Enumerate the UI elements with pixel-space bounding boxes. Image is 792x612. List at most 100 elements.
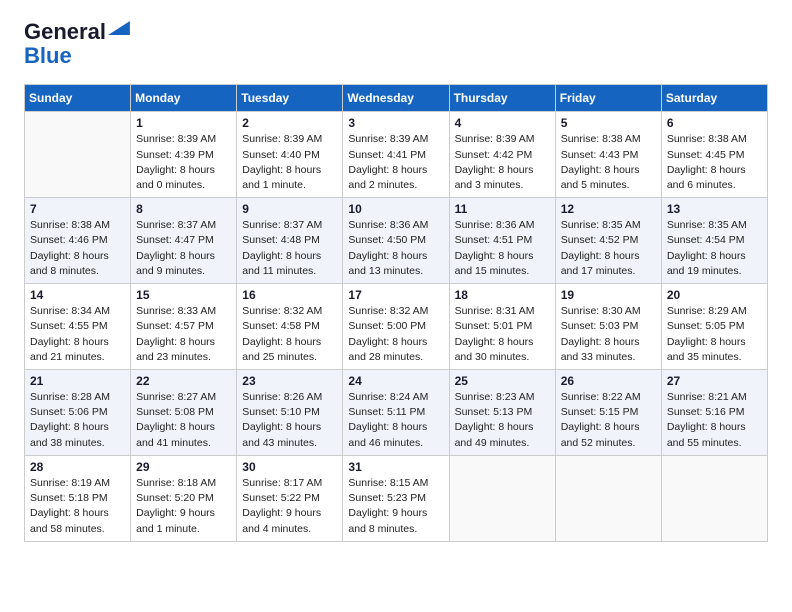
- day-number: 1: [136, 116, 231, 130]
- logo-blue-text: Blue: [24, 44, 72, 68]
- calendar-week-row: 28 Sunrise: 8:19 AMSunset: 5:18 PMDayligh…: [25, 455, 768, 541]
- weekday-header: Monday: [131, 85, 237, 112]
- calendar-cell: 7 Sunrise: 8:38 AMSunset: 4:46 PMDaylight…: [25, 198, 131, 284]
- calendar-week-row: 1 Sunrise: 8:39 AMSunset: 4:39 PMDaylight…: [25, 112, 768, 198]
- day-info: Sunrise: 8:39 AMSunset: 4:40 PMDaylight:…: [242, 132, 337, 193]
- day-info: Sunrise: 8:36 AMSunset: 4:50 PMDaylight:…: [348, 218, 443, 279]
- day-number: 12: [561, 202, 656, 216]
- day-info: Sunrise: 8:24 AMSunset: 5:11 PMDaylight:…: [348, 390, 443, 451]
- day-info: Sunrise: 8:39 AMSunset: 4:41 PMDaylight:…: [348, 132, 443, 193]
- calendar-cell: 1 Sunrise: 8:39 AMSunset: 4:39 PMDaylight…: [131, 112, 237, 198]
- weekday-header: Thursday: [449, 85, 555, 112]
- day-info: Sunrise: 8:28 AMSunset: 5:06 PMDaylight:…: [30, 390, 125, 451]
- calendar-body: 1 Sunrise: 8:39 AMSunset: 4:39 PMDaylight…: [25, 112, 768, 541]
- day-number: 5: [561, 116, 656, 130]
- calendar-cell: 11 Sunrise: 8:36 AMSunset: 4:51 PMDayligh…: [449, 198, 555, 284]
- calendar-cell: 27Sunrise: 8:21 AMSunset: 5:16 PMDayligh…: [661, 370, 767, 456]
- day-number: 18: [455, 288, 550, 302]
- day-info: Sunrise: 8:21 AMSunset: 5:16 PMDaylight:…: [667, 390, 762, 451]
- day-number: 21: [30, 374, 125, 388]
- day-number: 25: [455, 374, 550, 388]
- day-number: 31: [348, 460, 443, 474]
- day-info: Sunrise: 8:27 AMSunset: 5:08 PMDaylight:…: [136, 390, 231, 451]
- day-number: 10: [348, 202, 443, 216]
- calendar-cell: 30Sunrise: 8:17 AMSunset: 5:22 PMDayligh…: [237, 455, 343, 541]
- calendar-cell: 3Sunrise: 8:39 AMSunset: 4:41 PMDaylight…: [343, 112, 449, 198]
- day-number: 23: [242, 374, 337, 388]
- logo: General Blue: [24, 20, 130, 68]
- day-number: 11: [455, 202, 550, 216]
- calendar-cell: 4Sunrise: 8:39 AMSunset: 4:42 PMDaylight…: [449, 112, 555, 198]
- calendar-cell: [449, 455, 555, 541]
- weekday-header: Sunday: [25, 85, 131, 112]
- calendar-cell: [555, 455, 661, 541]
- day-info: Sunrise: 8:37 AMSunset: 4:47 PMDaylight:…: [136, 218, 231, 279]
- calendar-cell: 10 Sunrise: 8:36 AMSunset: 4:50 PMDayligh…: [343, 198, 449, 284]
- day-number: 8: [136, 202, 231, 216]
- calendar-cell: 8 Sunrise: 8:37 AMSunset: 4:47 PMDaylight…: [131, 198, 237, 284]
- calendar-cell: 9 Sunrise: 8:37 AMSunset: 4:48 PMDaylight…: [237, 198, 343, 284]
- day-number: 19: [561, 288, 656, 302]
- day-number: 6: [667, 116, 762, 130]
- day-info: Sunrise: 8:15 AMSunset: 5:23 PMDaylight:…: [348, 476, 443, 537]
- weekday-header: Friday: [555, 85, 661, 112]
- calendar-cell: 21 Sunrise: 8:28 AMSunset: 5:06 PMDayligh…: [25, 370, 131, 456]
- day-number: 20: [667, 288, 762, 302]
- day-number: 22: [136, 374, 231, 388]
- calendar-cell: 28 Sunrise: 8:19 AMSunset: 5:18 PMDayligh…: [25, 455, 131, 541]
- day-number: 7: [30, 202, 125, 216]
- calendar-cell: 29 Sunrise: 8:18 AMSunset: 5:20 PMDayligh…: [131, 455, 237, 541]
- logo-icon: [108, 21, 130, 35]
- day-number: 16: [242, 288, 337, 302]
- calendar-cell: [661, 455, 767, 541]
- day-number: 2: [242, 116, 337, 130]
- calendar-week-row: 14 Sunrise: 8:34 AMSunset: 4:55 PMDayligh…: [25, 284, 768, 370]
- calendar-cell: 31 Sunrise: 8:15 AMSunset: 5:23 PMDayligh…: [343, 455, 449, 541]
- calendar-cell: 24 Sunrise: 8:24 AMSunset: 5:11 PMDayligh…: [343, 370, 449, 456]
- page-header: General Blue: [24, 20, 768, 68]
- day-number: 29: [136, 460, 231, 474]
- day-info: Sunrise: 8:31 AMSunset: 5:01 PMDaylight:…: [455, 304, 550, 365]
- day-number: 14: [30, 288, 125, 302]
- day-number: 30: [242, 460, 337, 474]
- calendar-cell: 20 Sunrise: 8:29 AMSunset: 5:05 PMDayligh…: [661, 284, 767, 370]
- day-info: Sunrise: 8:38 AMSunset: 4:45 PMDaylight:…: [667, 132, 762, 193]
- day-number: 9: [242, 202, 337, 216]
- calendar-cell: 2 Sunrise: 8:39 AMSunset: 4:40 PMDaylight…: [237, 112, 343, 198]
- day-info: Sunrise: 8:26 AMSunset: 5:10 PMDaylight:…: [242, 390, 337, 451]
- day-number: 15: [136, 288, 231, 302]
- calendar-cell: 22 Sunrise: 8:27 AMSunset: 5:08 PMDayligh…: [131, 370, 237, 456]
- day-info: Sunrise: 8:19 AMSunset: 5:18 PMDaylight:…: [30, 476, 125, 537]
- day-info: Sunrise: 8:39 AMSunset: 4:39 PMDaylight:…: [136, 132, 231, 193]
- calendar-week-row: 21 Sunrise: 8:28 AMSunset: 5:06 PMDayligh…: [25, 370, 768, 456]
- calendar-table: SundayMondayTuesdayWednesdayThursdayFrid…: [24, 84, 768, 541]
- day-number: 4: [455, 116, 550, 130]
- calendar-header-row: SundayMondayTuesdayWednesdayThursdayFrid…: [25, 85, 768, 112]
- calendar-cell: 6 Sunrise: 8:38 AMSunset: 4:45 PMDaylight…: [661, 112, 767, 198]
- day-info: Sunrise: 8:29 AMSunset: 5:05 PMDaylight:…: [667, 304, 762, 365]
- calendar-cell: 17Sunrise: 8:32 AMSunset: 5:00 PMDayligh…: [343, 284, 449, 370]
- weekday-header: Saturday: [661, 85, 767, 112]
- calendar-cell: 18 Sunrise: 8:31 AMSunset: 5:01 PMDayligh…: [449, 284, 555, 370]
- calendar-cell: 23 Sunrise: 8:26 AMSunset: 5:10 PMDayligh…: [237, 370, 343, 456]
- day-info: Sunrise: 8:35 AMSunset: 4:54 PMDaylight:…: [667, 218, 762, 279]
- weekday-header: Tuesday: [237, 85, 343, 112]
- day-info: Sunrise: 8:33 AMSunset: 4:57 PMDaylight:…: [136, 304, 231, 365]
- calendar-cell: 12Sunrise: 8:35 AMSunset: 4:52 PMDayligh…: [555, 198, 661, 284]
- day-info: Sunrise: 8:38 AMSunset: 4:46 PMDaylight:…: [30, 218, 125, 279]
- day-number: 17: [348, 288, 443, 302]
- day-info: Sunrise: 8:32 AMSunset: 4:58 PMDaylight:…: [242, 304, 337, 365]
- calendar-week-row: 7 Sunrise: 8:38 AMSunset: 4:46 PMDaylight…: [25, 198, 768, 284]
- day-info: Sunrise: 8:18 AMSunset: 5:20 PMDaylight:…: [136, 476, 231, 537]
- day-info: Sunrise: 8:30 AMSunset: 5:03 PMDaylight:…: [561, 304, 656, 365]
- day-number: 13: [667, 202, 762, 216]
- calendar-cell: [25, 112, 131, 198]
- day-info: Sunrise: 8:22 AMSunset: 5:15 PMDaylight:…: [561, 390, 656, 451]
- day-number: 24: [348, 374, 443, 388]
- day-info: Sunrise: 8:36 AMSunset: 4:51 PMDaylight:…: [455, 218, 550, 279]
- day-info: Sunrise: 8:37 AMSunset: 4:48 PMDaylight:…: [242, 218, 337, 279]
- day-number: 28: [30, 460, 125, 474]
- day-info: Sunrise: 8:34 AMSunset: 4:55 PMDaylight:…: [30, 304, 125, 365]
- calendar-cell: 14 Sunrise: 8:34 AMSunset: 4:55 PMDayligh…: [25, 284, 131, 370]
- weekday-header: Wednesday: [343, 85, 449, 112]
